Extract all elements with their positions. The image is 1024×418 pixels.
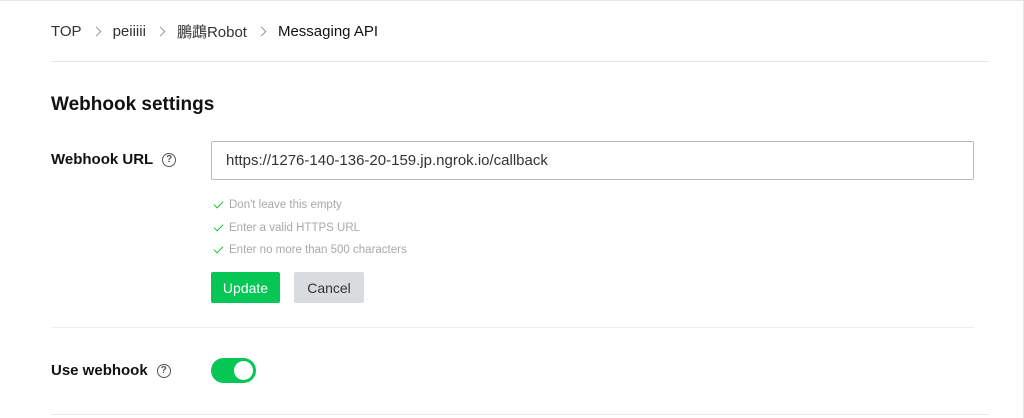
breadcrumb: TOP peiiiii 鵬鵡Robot Messaging API [51, 21, 378, 42]
cancel-button[interactable]: Cancel [294, 272, 364, 303]
use-webhook-label-text: Use webhook [51, 362, 148, 379]
validation-text: Enter no more than 500 characters [229, 244, 407, 257]
validation-text: Enter a valid HTTPS URL [229, 221, 361, 234]
update-button[interactable]: Update [211, 272, 280, 303]
toggle-knob [234, 361, 253, 380]
breadcrumb-channel[interactable]: 鵬鵡Robot [177, 21, 247, 42]
validation-item: Enter no more than 500 characters [213, 239, 407, 262]
validation-list: Don't leave this empty Enter a valid HTT… [213, 194, 407, 262]
use-webhook-toggle[interactable] [211, 358, 256, 383]
breadcrumb-top[interactable]: TOP [51, 23, 82, 40]
section-title: Webhook settings [51, 94, 215, 115]
breadcrumb-provider[interactable]: peiiiii [113, 23, 146, 40]
chevron-right-icon [256, 26, 267, 37]
validation-text: Don't leave this empty [229, 199, 342, 212]
check-icon [213, 221, 224, 232]
check-icon [213, 243, 224, 254]
webhook-url-input[interactable] [211, 141, 974, 180]
check-icon [213, 198, 224, 209]
chevron-right-icon [91, 26, 102, 37]
divider [51, 327, 974, 328]
help-icon[interactable]: ? [156, 363, 171, 378]
chevron-right-icon [155, 26, 166, 37]
divider [51, 61, 989, 62]
help-icon[interactable]: ? [162, 152, 177, 167]
use-webhook-label: Use webhook ? [51, 362, 171, 379]
webhook-url-label: Webhook URL ? [51, 151, 177, 168]
page: TOP peiiiii 鵬鵡Robot Messaging API Webhoo… [0, 0, 1024, 418]
validation-item: Enter a valid HTTPS URL [213, 217, 407, 240]
divider [51, 414, 989, 415]
webhook-url-label-text: Webhook URL [51, 151, 154, 168]
breadcrumb-current: Messaging API [277, 23, 379, 40]
validation-item: Don't leave this empty [213, 194, 407, 217]
